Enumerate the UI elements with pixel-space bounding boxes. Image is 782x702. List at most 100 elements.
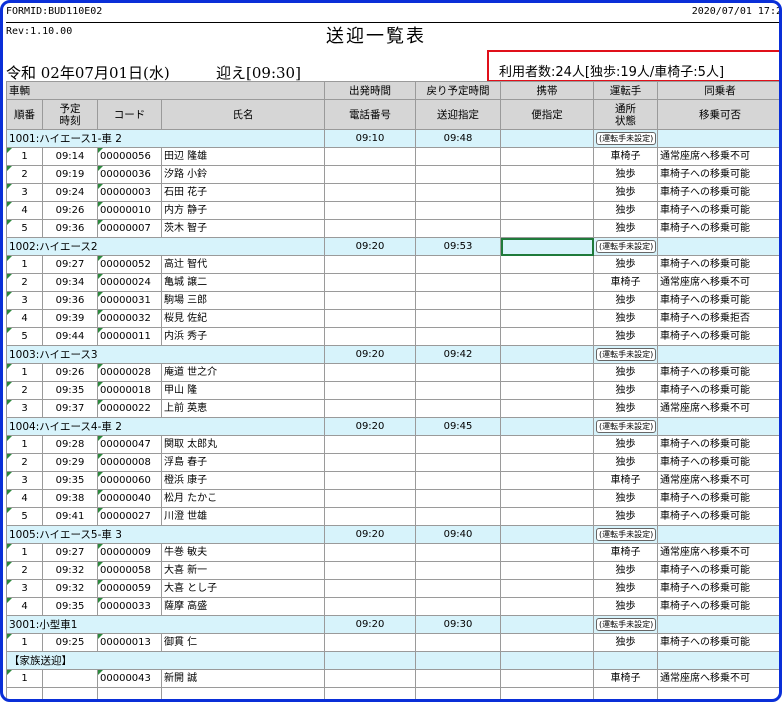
- table-row[interactable]: 1 09:28 00000047 関取 太郎丸 独歩 車椅子への移乗可能: [6, 435, 779, 454]
- order-cell: 4: [6, 201, 43, 220]
- status-cell: 独歩: [593, 507, 658, 526]
- vehicle-companion[interactable]: [657, 345, 779, 364]
- table-row[interactable]: 4 09:26 00000010 内方 静子 独歩 車椅子への移乗可能: [6, 201, 779, 220]
- name-cell: 桜見 佐紀: [161, 309, 325, 328]
- status-cell: 独歩: [593, 255, 658, 274]
- phone-cell: [324, 399, 416, 418]
- vehicle-name: 【家族送迎】: [6, 651, 325, 670]
- phone-cell: [324, 507, 416, 526]
- table-row[interactable]: 1 09:27 00000009 牛巻 敏夫 車椅子 通常座席へ移乗不可: [6, 543, 779, 562]
- table-row[interactable]: 1 09:26 00000028 庵道 世之介 独歩 車椅子への移乗可能: [6, 363, 779, 382]
- time-cell: 09:44: [42, 327, 98, 346]
- table-row[interactable]: 2 09:34 00000024 亀城 譲二 車椅子 通常座席へ移乗不可: [6, 273, 779, 292]
- phone-cell: [324, 183, 416, 202]
- pickup-spec-cell: [415, 165, 501, 184]
- status-cell: 独歩: [593, 633, 658, 652]
- table-row[interactable]: 3 09:36 00000031 駒場 三郎 独歩 車椅子への移乗可能: [6, 291, 779, 310]
- vehicle-mobile-cell[interactable]: [500, 237, 594, 256]
- time-cell: 09:41: [42, 507, 98, 526]
- table-row[interactable]: 3 09:35 00000060 橙浜 康子 車椅子 通常座席へ移乗不可: [6, 471, 779, 490]
- table-row[interactable]: 2 09:19 00000036 汐路 小鈴 独歩 車椅子への移乗可能: [6, 165, 779, 184]
- transfer-cell: 通常座席へ移乗不可: [657, 147, 779, 166]
- table-row[interactable]: 2 09:29 00000008 浮島 春子 独歩 車椅子への移乗可能: [6, 453, 779, 472]
- status-cell: 車椅子: [593, 543, 658, 562]
- time-cell: 09:36: [42, 219, 98, 238]
- table-row[interactable]: 1 09:14 00000056 田辺 隆雄 車椅子 通常座席へ移乗不可: [6, 147, 779, 166]
- vehicle-driver[interactable]: (運転手未設定): [593, 615, 658, 634]
- pickup-spec-cell: [415, 597, 501, 616]
- pickup-spec-cell: [415, 579, 501, 598]
- convenience-spec-cell: [500, 309, 594, 328]
- vehicle-companion[interactable]: [657, 237, 779, 256]
- vehicle-row: 【家族送迎】: [6, 651, 779, 670]
- vehicle-departure: 09:20: [324, 345, 416, 364]
- pickup-spec-cell: [415, 453, 501, 472]
- vehicle-mobile-cell[interactable]: [500, 615, 594, 634]
- pickup-spec-cell: [415, 201, 501, 220]
- table-row[interactable]: 5 09:44 00000011 内浜 秀子 独歩 車椅子への移乗可能: [6, 327, 779, 346]
- convenience-spec-cell: [500, 633, 594, 652]
- vehicle-driver[interactable]: (運転手未設定): [593, 417, 658, 436]
- table-row[interactable]: 4 09:35 00000033 薩摩 高盛 独歩 車椅子への移乗可能: [6, 597, 779, 616]
- page-title: 送迎一覧表: [326, 26, 426, 47]
- vehicle-companion[interactable]: [657, 417, 779, 436]
- table-row[interactable]: 1 00000043 新開 誠 車椅子 通常座席へ移乗不可: [6, 669, 779, 688]
- table-row[interactable]: 4 09:38 00000040 松月 たかこ 独歩 車椅子への移乗可能: [6, 489, 779, 508]
- vehicle-mobile-cell[interactable]: [500, 651, 594, 670]
- phone-cell: [324, 165, 416, 184]
- vehicle-driver[interactable]: (運転手未設定): [593, 129, 658, 148]
- col-departure: 出発時間: [324, 81, 416, 100]
- vehicle-mobile-cell[interactable]: [500, 129, 594, 148]
- vehicle-driver[interactable]: (運転手未設定): [593, 345, 658, 364]
- vehicle-driver[interactable]: [593, 651, 658, 670]
- pickup-spec-cell: [415, 489, 501, 508]
- col-driver: 運転手: [593, 81, 658, 100]
- service-date: 令和 02年07月01日(水): [6, 64, 170, 82]
- vehicle-driver[interactable]: (運転手未設定): [593, 525, 658, 544]
- code-cell: 00000031: [97, 291, 162, 310]
- vehicle-driver[interactable]: (運転手未設定): [593, 237, 658, 256]
- transfer-cell: 車椅子への移乗可能: [657, 291, 779, 310]
- order-cell: 4: [6, 489, 43, 508]
- table-row[interactable]: 2 09:35 00000018 甲山 隆 独歩 車椅子への移乗可能: [6, 381, 779, 400]
- vehicle-companion[interactable]: [657, 129, 779, 148]
- table-row[interactable]: 3 09:32 00000059 大喜 とし子 独歩 車椅子への移乗可能: [6, 579, 779, 598]
- vehicle-return: 09:45: [415, 417, 501, 436]
- time-cell: 09:35: [42, 381, 98, 400]
- table-row[interactable]: 4 09:39 00000032 桜見 佐紀 独歩 車椅子への移乗拒否: [6, 309, 779, 328]
- order-cell: 4: [6, 597, 43, 616]
- vehicle-mobile-cell[interactable]: [500, 525, 594, 544]
- table-row[interactable]: 1 09:25 00000013 御貫 仁 独歩 車椅子への移乗可能: [6, 633, 779, 652]
- empty-cell: [324, 687, 416, 699]
- order-cell: 2: [6, 273, 43, 292]
- name-cell: 高辻 智代: [161, 255, 325, 274]
- vehicle-mobile-cell[interactable]: [500, 345, 594, 364]
- name-cell: 石田 花子: [161, 183, 325, 202]
- vehicle-companion[interactable]: [657, 525, 779, 544]
- table-row[interactable]: 3 09:24 00000003 石田 花子 独歩 車椅子への移乗可能: [6, 183, 779, 202]
- time-cell: 09:35: [42, 471, 98, 490]
- vehicle-name: 1001:ハイエース1-車 2: [6, 129, 325, 148]
- transfer-cell: 車椅子への移乗可能: [657, 327, 779, 346]
- transfer-cell: 車椅子への移乗可能: [657, 435, 779, 454]
- phone-cell: [324, 219, 416, 238]
- vehicle-companion[interactable]: [657, 615, 779, 634]
- code-cell: 00000024: [97, 273, 162, 292]
- code-cell: 00000027: [97, 507, 162, 526]
- code-cell: 00000060: [97, 471, 162, 490]
- vehicle-companion[interactable]: [657, 651, 779, 670]
- vehicle-mobile-cell[interactable]: [500, 417, 594, 436]
- vehicle-return: 09:53: [415, 237, 501, 256]
- empty-cell: [97, 687, 162, 699]
- table-row[interactable]: 3 09:37 00000022 上前 英恵 独歩 通常座席へ移乗不可: [6, 399, 779, 418]
- vehicle-return: 09:48: [415, 129, 501, 148]
- transport-table: 車輌 出発時間 戻り予定時間 携帯 運転手 同乗者 順番 予定 時刻 コード 氏…: [6, 81, 779, 699]
- col-name: 氏名: [161, 99, 325, 130]
- table-row[interactable]: 2 09:32 00000058 大喜 新一 独歩 車椅子への移乗可能: [6, 561, 779, 580]
- name-cell: 橙浜 康子: [161, 471, 325, 490]
- table-row[interactable]: 5 09:41 00000027 川澄 世雄 独歩 車椅子への移乗可能: [6, 507, 779, 526]
- table-row[interactable]: 1 09:27 00000052 高辻 智代 独歩 車椅子への移乗可能: [6, 255, 779, 274]
- table-row[interactable]: 5 09:36 00000007 茨木 智子 独歩 車椅子への移乗可能: [6, 219, 779, 238]
- transfer-cell: 通常座席へ移乗不可: [657, 669, 779, 688]
- pickup-spec-cell: [415, 219, 501, 238]
